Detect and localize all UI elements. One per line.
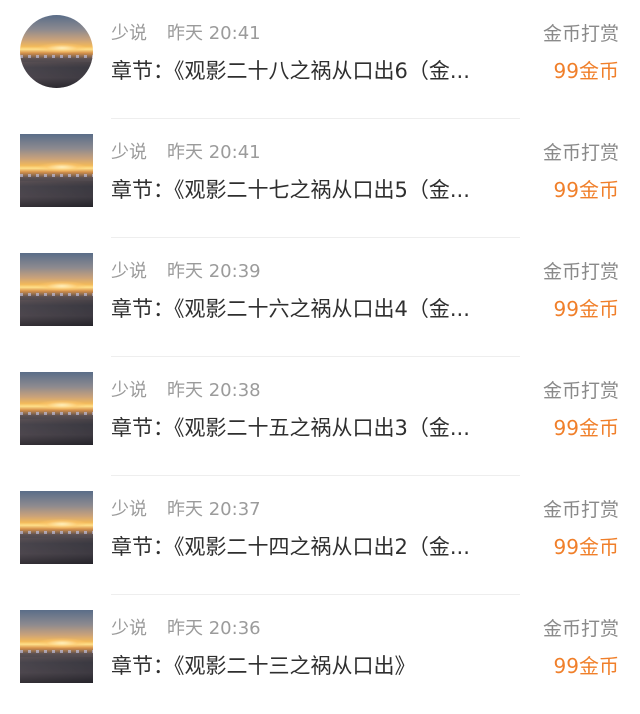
reward-type-label: 金币打赏 [542, 23, 619, 45]
avatar-sunset [38, 281, 86, 291]
avatar[interactable] [20, 134, 93, 207]
username[interactable]: 少说 [111, 23, 147, 44]
list-item[interactable]: 少说 昨天 20:36 金币打赏 章节：《观影二十三之祸从口出》 99金币 [0, 595, 640, 714]
coin-amount: 99金币 [553, 59, 619, 83]
item-meta: 少说 昨天 20:39 [111, 258, 261, 286]
item-meta: 少说 昨天 20:37 [111, 496, 261, 524]
avatar-road [20, 657, 93, 683]
avatar-sunset [38, 162, 86, 172]
avatar-road [20, 538, 93, 564]
avatar-lights [20, 650, 93, 653]
reward-type-label: 金币打赏 [542, 618, 619, 640]
chapter-title[interactable]: 章节：《观影二十六之祸从口出4（金... [111, 293, 536, 325]
timestamp: 昨天 20:39 [167, 261, 261, 282]
avatar-road [20, 181, 93, 207]
avatar[interactable] [20, 610, 93, 683]
reward-type-label: 金币打赏 [542, 499, 619, 521]
avatar-sunset [38, 43, 86, 53]
list-item[interactable]: 少说 昨天 20:38 金币打赏 章节：《观影二十五之祸从口出3（金... 99金… [0, 357, 640, 476]
timestamp: 昨天 20:41 [167, 142, 261, 163]
chapter-title[interactable]: 章节：《观影二十八之祸从口出6（金... [111, 55, 536, 87]
coin-amount: 99金币 [553, 535, 619, 559]
item-meta: 少说 昨天 20:36 [111, 615, 261, 643]
chapter-title[interactable]: 章节：《观影二十四之祸从口出2（金... [111, 531, 536, 563]
avatar-road [20, 62, 93, 88]
username[interactable]: 少说 [111, 499, 147, 520]
avatar-sunset [38, 519, 86, 529]
chapter-title[interactable]: 章节：《观影二十五之祸从口出3（金... [111, 412, 536, 444]
username[interactable]: 少说 [111, 261, 147, 282]
avatar-lights [20, 531, 93, 534]
timestamp: 昨天 20:36 [167, 618, 261, 639]
coin-amount: 99金币 [553, 416, 619, 440]
chapter-title[interactable]: 章节：《观影二十七之祸从口出5（金... [111, 174, 536, 206]
chapter-title[interactable]: 章节：《观影二十三之祸从口出》 [111, 650, 536, 682]
avatar-road [20, 419, 93, 445]
avatar-road [20, 300, 93, 326]
avatar[interactable] [20, 491, 93, 564]
reward-type-label: 金币打赏 [542, 380, 619, 402]
coin-amount: 99金币 [553, 297, 619, 321]
reward-type-label: 金币打赏 [542, 142, 619, 164]
avatar-lights [20, 55, 93, 58]
avatar-sunset [38, 400, 86, 410]
avatar-sunset [38, 638, 86, 648]
timestamp: 昨天 20:37 [167, 499, 261, 520]
username[interactable]: 少说 [111, 618, 147, 639]
item-meta: 少说 昨天 20:41 [111, 20, 261, 48]
coin-amount: 99金币 [553, 178, 619, 202]
list-item[interactable]: 少说 昨天 20:41 金币打赏 章节：《观影二十八之祸从口出6（金... 99金… [0, 0, 640, 119]
avatar-lights [20, 174, 93, 177]
username[interactable]: 少说 [111, 142, 147, 163]
avatar-lights [20, 412, 93, 415]
item-meta: 少说 昨天 20:41 [111, 139, 261, 167]
avatar[interactable] [20, 372, 93, 445]
item-meta: 少说 昨天 20:38 [111, 377, 261, 405]
avatar[interactable] [20, 253, 93, 326]
username[interactable]: 少说 [111, 380, 147, 401]
reward-type-label: 金币打赏 [542, 261, 619, 283]
timestamp: 昨天 20:38 [167, 380, 261, 401]
list-item[interactable]: 少说 昨天 20:37 金币打赏 章节：《观影二十四之祸从口出2（金... 99金… [0, 476, 640, 595]
list-item[interactable]: 少说 昨天 20:39 金币打赏 章节：《观影二十六之祸从口出4（金... 99金… [0, 238, 640, 357]
timestamp: 昨天 20:41 [167, 23, 261, 44]
avatar-lights [20, 293, 93, 296]
avatar[interactable] [20, 15, 93, 88]
coin-amount: 99金币 [553, 654, 619, 678]
list-item[interactable]: 少说 昨天 20:41 金币打赏 章节：《观影二十七之祸从口出5（金... 99金… [0, 119, 640, 238]
